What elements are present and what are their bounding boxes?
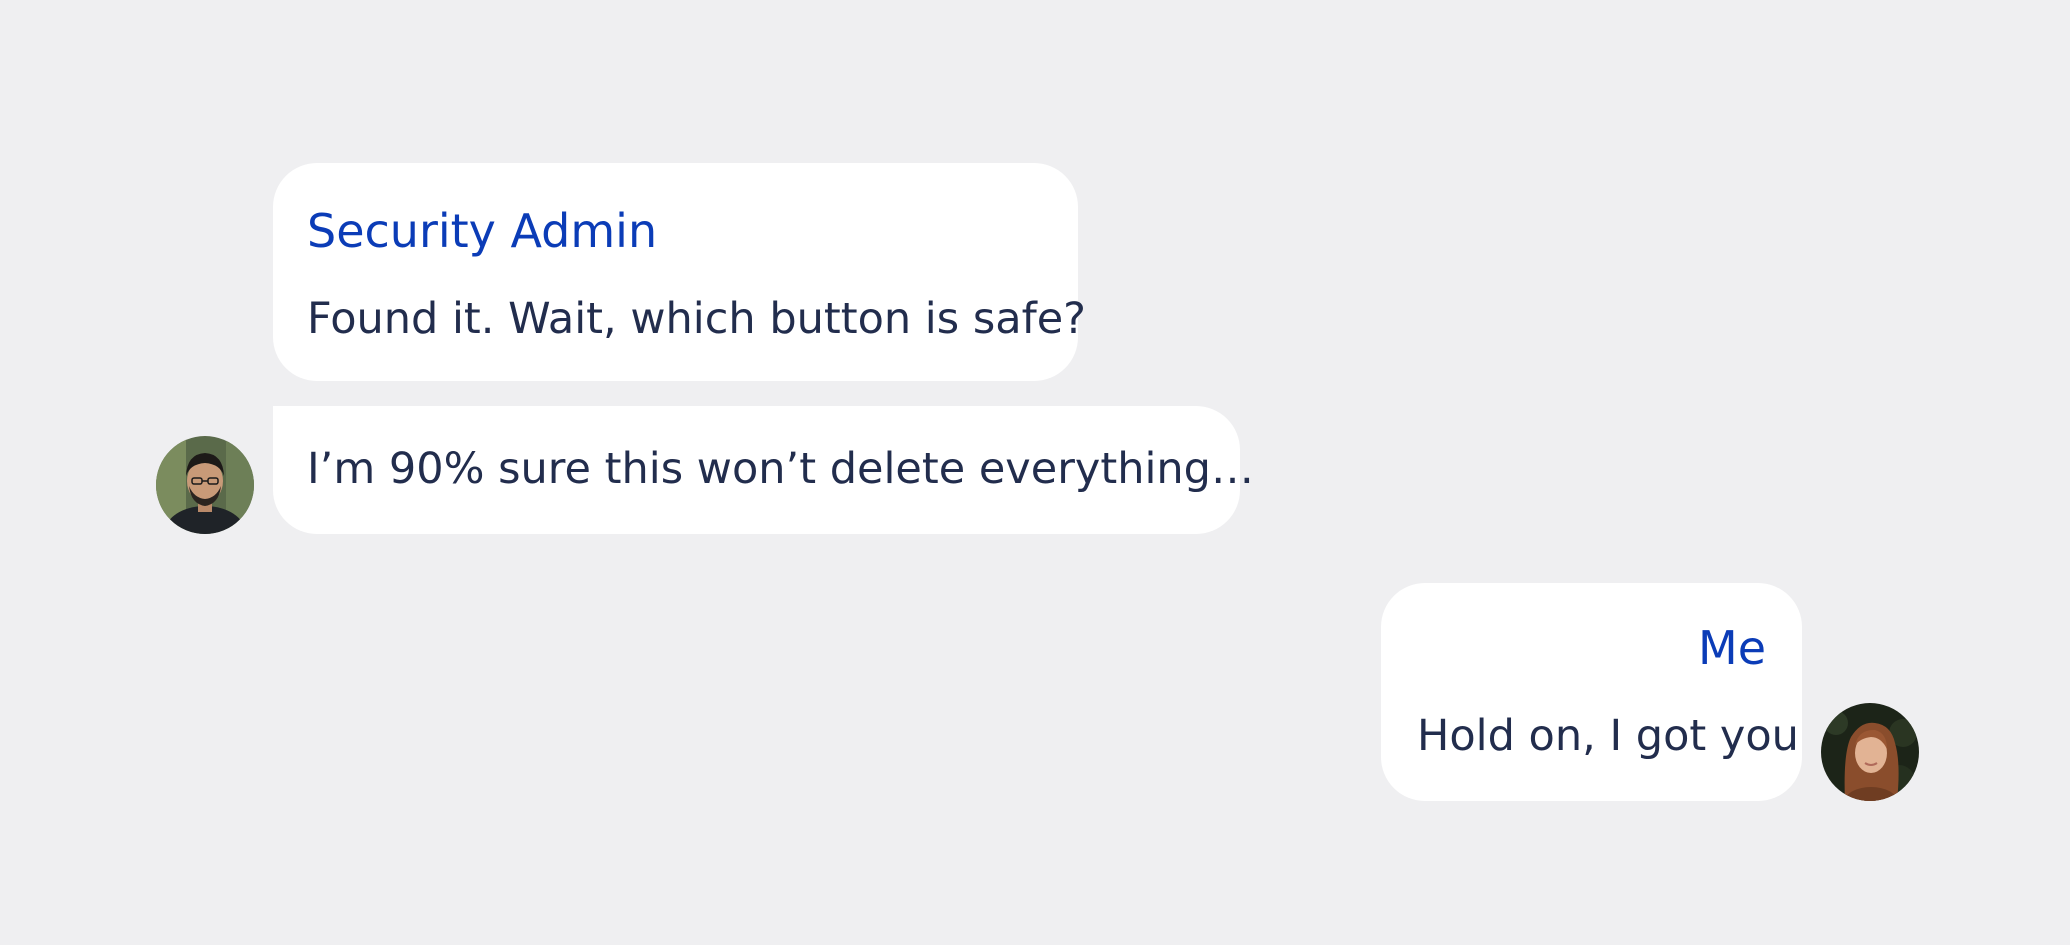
message-text: Hold on, I got you: [1417, 711, 1799, 761]
message-bubble-me: Me Hold on, I got you: [1381, 583, 1802, 801]
message-bubble-admin-1: Security Admin Found it. Wait, which but…: [273, 163, 1086, 381]
message-bubble-admin-2: I’m 90% sure this won’t delete everythin…: [273, 406, 1254, 534]
avatar-admin[interactable]: [156, 436, 254, 534]
sender-name-me: Me: [1698, 621, 1766, 675]
avatar-me[interactable]: [1821, 703, 1919, 801]
sender-name-admin: Security Admin: [307, 204, 658, 258]
avatar-photo-woman-icon: [1821, 703, 1919, 801]
avatar-photo-man-icon: [156, 436, 254, 534]
message-text: Found it. Wait, which button is safe?: [307, 294, 1086, 344]
message-text: I’m 90% sure this won’t delete everythin…: [307, 444, 1254, 494]
